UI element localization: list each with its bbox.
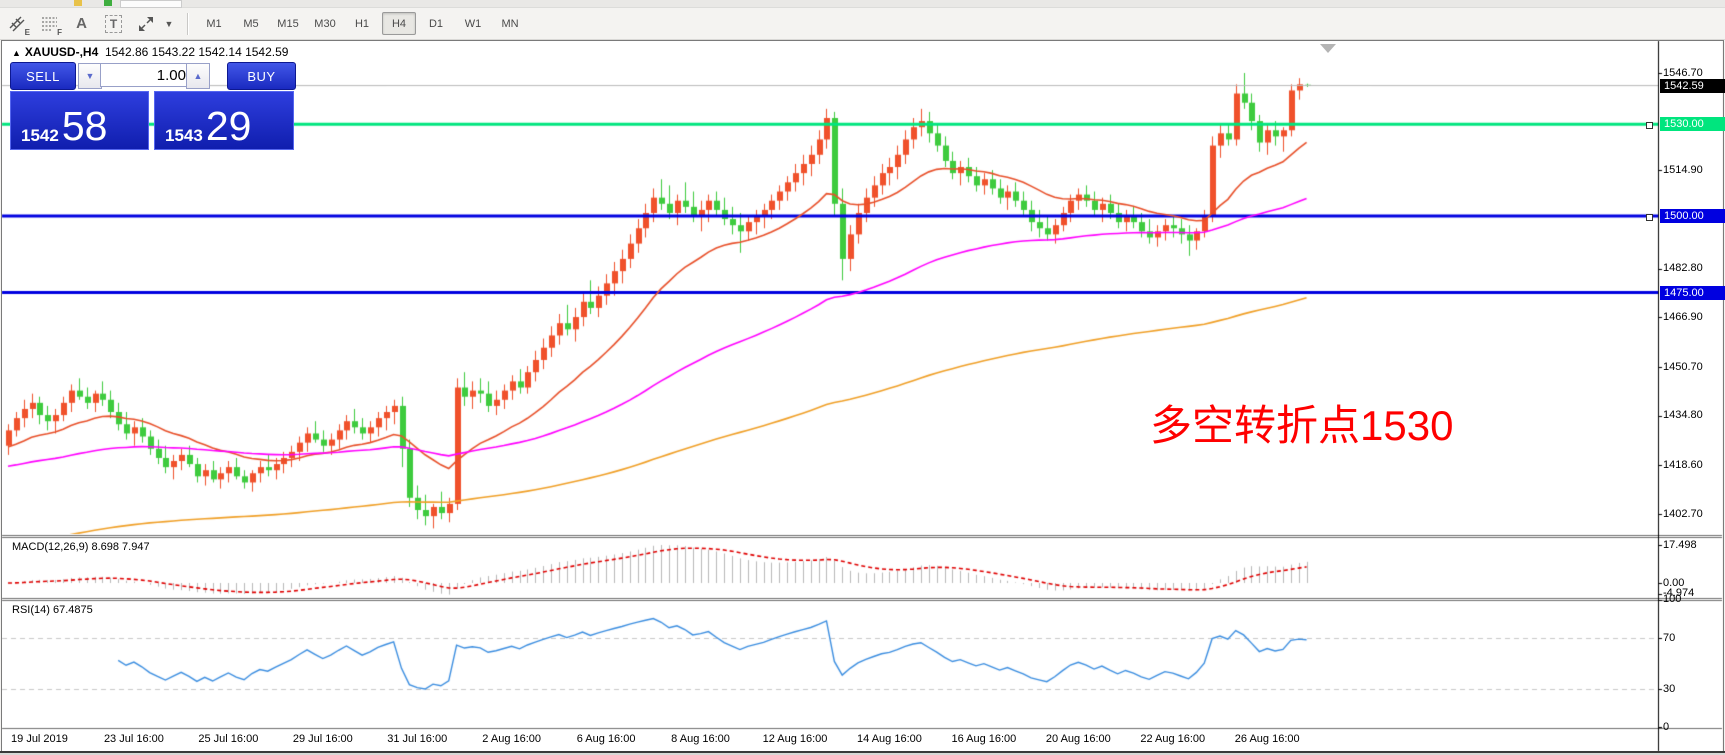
symbol-label: XAUUSD-,H4 [25, 45, 98, 59]
time-tick-label: 22 Aug 16:00 [1140, 733, 1205, 745]
time-tick-label: 16 Aug 16:00 [951, 733, 1016, 745]
arrows-icon[interactable] [131, 10, 160, 37]
top-partial-toolbar [0, 0, 1725, 8]
price-badge: 1530.00 [1660, 117, 1725, 131]
toolbar-fragment [120, 0, 182, 8]
toolbar-fragment [104, 0, 112, 6]
collapse-icon[interactable]: ▲ [12, 48, 21, 58]
hline-anchor-handle[interactable] [1646, 214, 1653, 221]
hline-anchor-handle[interactable] [1646, 122, 1653, 129]
chart-annotation-text: 多空转折点1530 [1150, 392, 1530, 453]
ohlc-values: 1542.86 1543.22 1542.14 1542.59 [105, 45, 289, 59]
text-label-icon[interactable]: A [67, 10, 96, 37]
time-tick-label: 19 Jul 2019 [11, 733, 68, 745]
price-badge: 1475.00 [1660, 286, 1725, 300]
macd-axis-label: 17.498 [1663, 539, 1697, 551]
drawing-toolbar: E F A T ▼ M1M5M15M30H1H4D1W1MN [0, 8, 1725, 40]
time-tick-label: 12 Aug 16:00 [763, 733, 828, 745]
sell-price-box[interactable]: 1542 58 [10, 91, 149, 150]
price-tick-label: 1466.90 [1663, 311, 1703, 323]
bottom-partial-statusbar [0, 751, 1725, 755]
price-tick-label: 1482.80 [1663, 262, 1703, 274]
rsi-axis-label: 30 [1663, 683, 1675, 695]
timeframe-button-m1[interactable]: M1 [197, 12, 231, 35]
price-tick-label: 1546.70 [1663, 67, 1703, 79]
text-box-icon[interactable]: T [99, 10, 128, 37]
price-tick-label: 1514.90 [1663, 164, 1703, 176]
price-tick-label: 1418.60 [1663, 459, 1703, 471]
price-badge: 1500.00 [1660, 209, 1725, 223]
buy-price-main: 1543 [165, 127, 203, 144]
time-tick-label: 6 Aug 16:00 [577, 733, 636, 745]
time-tick-label: 23 Jul 16:00 [104, 733, 164, 745]
lot-size-input[interactable] [100, 63, 192, 87]
toolbar-fragment [74, 0, 82, 6]
time-tick-label: 31 Jul 16:00 [387, 733, 447, 745]
sell-price-pips: 58 [62, 110, 108, 144]
lot-increase-button[interactable]: ▲ [186, 63, 210, 89]
timeframe-button-w1[interactable]: W1 [456, 12, 490, 35]
text-box-glyph: T [105, 15, 122, 33]
timeframe-button-m15[interactable]: M15 [271, 12, 305, 35]
macd-indicator-label: MACD(12,26,9) 8.698 7.947 [12, 541, 150, 553]
toolbar-separator [187, 13, 189, 35]
time-tick-label: 25 Jul 16:00 [198, 733, 258, 745]
timeframe-button-h1[interactable]: H1 [345, 12, 379, 35]
time-tick-label: 2 Aug 16:00 [482, 733, 541, 745]
price-tick-label: 1450.70 [1663, 361, 1703, 373]
time-tick-label: 20 Aug 16:00 [1046, 733, 1111, 745]
chart-shift-marker[interactable] [1320, 44, 1336, 53]
price-tick-label: 1434.80 [1663, 409, 1703, 421]
price-badge: 1542.59 [1660, 79, 1725, 93]
sell-price-main: 1542 [21, 127, 59, 144]
timeframe-bar: M1M5M15M30H1H4D1W1MN [197, 12, 530, 35]
fibonacci-retracement-icon[interactable]: F [35, 10, 64, 37]
timeframe-button-mn[interactable]: MN [493, 12, 527, 35]
buy-button[interactable]: BUY [227, 62, 296, 90]
equidistant-channel-icon[interactable]: E [3, 10, 32, 37]
rsi-axis-label: 70 [1663, 632, 1675, 644]
arrows-dropdown-caret[interactable]: ▼ [163, 10, 177, 37]
timeframe-button-m30[interactable]: M30 [308, 12, 342, 35]
timeframe-button-h4[interactable]: H4 [382, 12, 416, 35]
time-tick-label: 29 Jul 16:00 [293, 733, 353, 745]
time-tick-label: 26 Aug 16:00 [1235, 733, 1300, 745]
timeframe-button-m5[interactable]: M5 [234, 12, 268, 35]
time-tick-label: 8 Aug 16:00 [671, 733, 730, 745]
rsi-axis-label: 0 [1663, 721, 1669, 733]
timeframe-button-d1[interactable]: D1 [419, 12, 453, 35]
text-label-glyph: A [76, 15, 87, 32]
lot-decrease-button[interactable]: ▼ [78, 63, 102, 89]
one-click-trading-panel: SELL ▼ ▲ BUY 1542 58 1543 29 [10, 62, 294, 144]
mt4-window: E F A T ▼ M1M5M15M30H1H4D1W1MN ▲ XAUUSD-,… [0, 0, 1725, 755]
rsi-indicator-label: RSI(14) 67.4875 [12, 604, 93, 616]
price-tick-label: 1402.70 [1663, 508, 1703, 520]
buy-price-box[interactable]: 1543 29 [154, 91, 294, 150]
chart-header: ▲ XAUUSD-,H4 1542.86 1543.22 1542.14 1542… [12, 45, 288, 59]
buy-price-pips: 29 [206, 110, 252, 144]
rsi-axis-label: 100 [1663, 593, 1681, 605]
time-tick-label: 14 Aug 16:00 [857, 733, 922, 745]
sell-button[interactable]: SELL [10, 62, 76, 90]
